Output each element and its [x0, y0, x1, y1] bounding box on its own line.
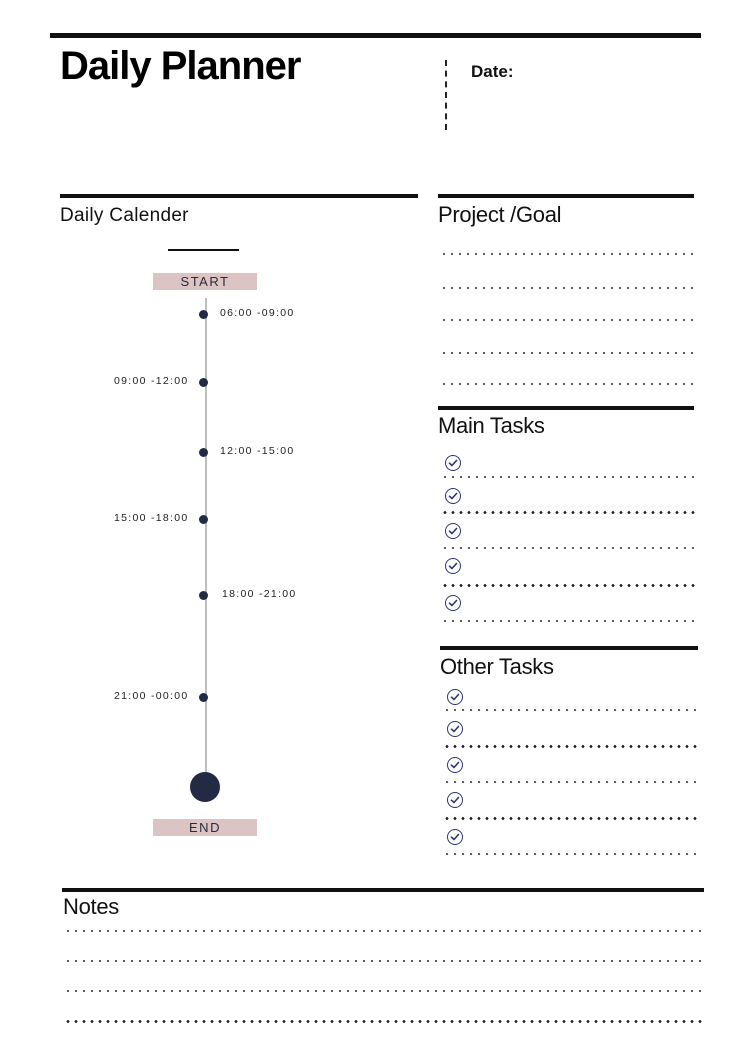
- check-circle-icon[interactable]: [447, 689, 463, 705]
- check-circle-icon[interactable]: [445, 595, 461, 611]
- top-rule: [50, 33, 701, 38]
- project-goal-line[interactable]: [440, 253, 694, 255]
- other-tasks-rule: [440, 646, 698, 650]
- notes-title: Notes: [63, 894, 119, 919]
- check-circle-icon[interactable]: [447, 757, 463, 773]
- date-divider: [445, 60, 447, 130]
- notes-rule: [62, 888, 704, 892]
- other-task-line[interactable]: [443, 817, 701, 820]
- main-task-line[interactable]: [441, 476, 699, 478]
- date-label: Date:: [471, 62, 514, 81]
- calendar-underline: [168, 249, 239, 251]
- notes-line[interactable]: [64, 990, 706, 992]
- project-goal-line[interactable]: [440, 383, 694, 385]
- timeline-dot: [199, 693, 208, 702]
- timeline-slot-label: 21:00 -00:00: [114, 690, 189, 702]
- check-circle-icon[interactable]: [445, 523, 461, 539]
- check-circle-icon[interactable]: [445, 558, 461, 574]
- main-tasks-title: Main Tasks: [438, 413, 545, 438]
- date-field[interactable]: [525, 58, 695, 88]
- end-badge: END: [153, 819, 257, 836]
- page-title: Daily Planner: [60, 44, 301, 88]
- timeline-dot: [199, 378, 208, 387]
- timeline-slot-label: 09:00 -12:00: [114, 375, 189, 387]
- project-goal-title: Project /Goal: [438, 202, 562, 227]
- notes-line[interactable]: [64, 930, 706, 932]
- other-task-line[interactable]: [443, 853, 701, 855]
- check-circle-icon[interactable]: [445, 488, 461, 504]
- timeline-slot-label: 12:00 -15:00: [220, 445, 295, 457]
- start-badge: START: [153, 273, 257, 290]
- check-circle-icon[interactable]: [445, 455, 461, 471]
- calendar-title: Daily Calender: [60, 205, 189, 226]
- main-task-line[interactable]: [441, 620, 699, 622]
- timeline-slot-label: 15:00 -18:00: [114, 512, 189, 524]
- timeline-slot-label: 18:00 -21:00: [222, 588, 297, 600]
- end-dot: [190, 772, 220, 802]
- main-tasks-rule: [438, 406, 694, 410]
- other-task-line[interactable]: [443, 745, 701, 748]
- main-task-line[interactable]: [441, 584, 699, 587]
- other-task-line[interactable]: [443, 709, 701, 711]
- notes-line[interactable]: [64, 1020, 706, 1023]
- project-goal-line[interactable]: [440, 287, 694, 289]
- timeline-line: [205, 298, 207, 776]
- main-task-line[interactable]: [441, 547, 699, 549]
- check-circle-icon[interactable]: [447, 721, 463, 737]
- check-circle-icon[interactable]: [447, 829, 463, 845]
- other-task-line[interactable]: [443, 781, 701, 783]
- timeline-dot: [199, 591, 208, 600]
- notes-line[interactable]: [64, 960, 706, 962]
- calendar-rule: [60, 194, 418, 198]
- project-goal-line[interactable]: [440, 319, 694, 321]
- timeline-dot: [199, 448, 208, 457]
- timeline-slot-label: 06:00 -09:00: [220, 307, 295, 319]
- other-tasks-title: Other Tasks: [440, 654, 554, 679]
- timeline-dot: [199, 310, 208, 319]
- main-task-line[interactable]: [441, 511, 699, 514]
- project-rule: [438, 194, 694, 198]
- timeline-dot: [199, 515, 208, 524]
- check-circle-icon[interactable]: [447, 792, 463, 808]
- project-goal-line[interactable]: [440, 352, 694, 354]
